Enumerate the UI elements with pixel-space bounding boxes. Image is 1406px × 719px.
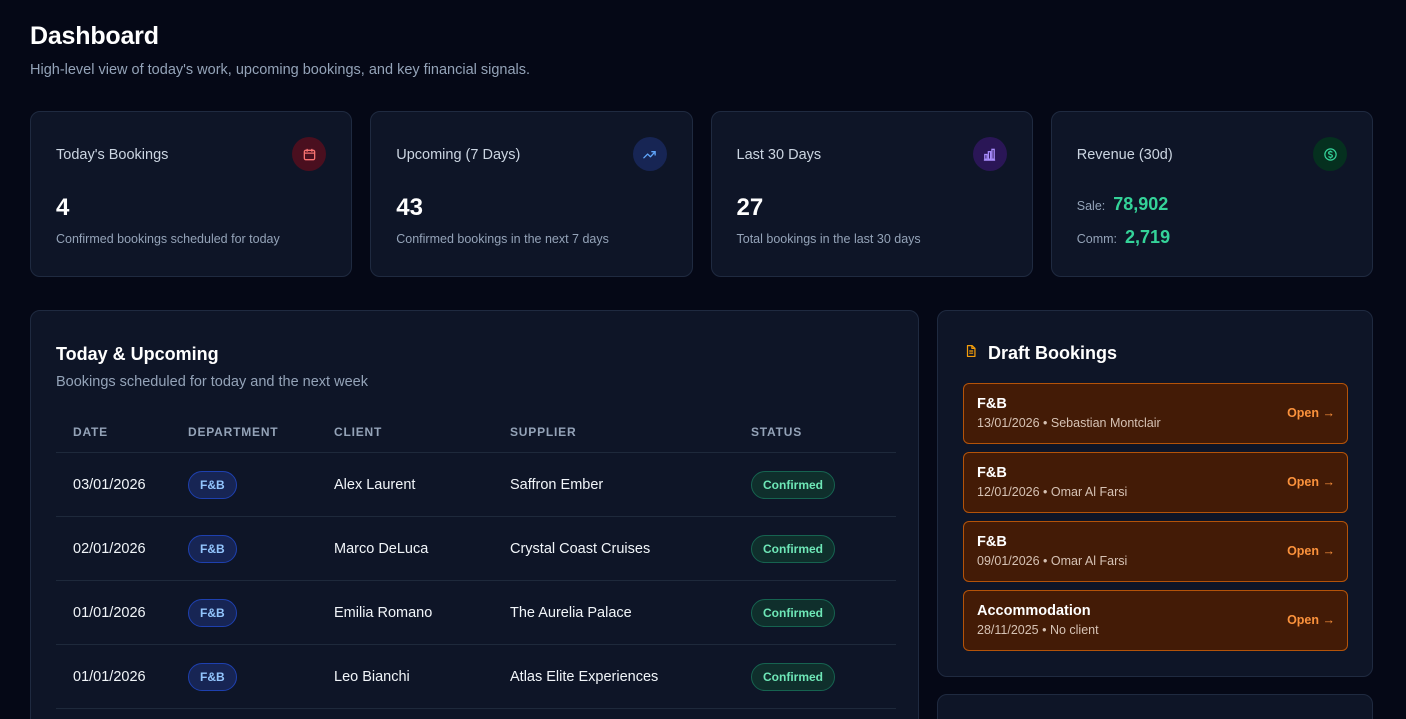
cell-date: 03/01/2026 [73,476,146,493]
open-draft-link[interactable]: Open → [1287,544,1335,558]
stat-description: Confirmed bookings scheduled for today [56,232,280,246]
stat-title: Today's Bookings [56,147,169,163]
sale-value: 78,902 [1113,194,1169,214]
stat-value: 4 [56,194,70,221]
table-header: DATE DEPARTMENT CLIENT SUPPLIER STATUS [56,411,896,453]
revenue-commission: Comm: 2,719 [1077,227,1170,248]
status-badge: Confirmed [751,470,835,499]
stat-card-upcoming: Upcoming (7 Days) 43 Confirmed bookings … [370,111,693,277]
open-draft-link[interactable]: Open → [1287,613,1335,627]
stat-card-revenue: Revenue (30d) Sale: 78,902 Comm: 2,719 [1050,111,1373,277]
cell-status: Confirmed [751,470,896,499]
stat-title: Revenue (30d) [1076,147,1173,163]
stat-card-last-30-days: Last 30 Days 27 Total bookings in the la… [710,111,1033,277]
draft-meta: 12/01/2026 • Omar Al Farsi [977,485,1128,499]
cell-client: Marco DeLuca [334,540,429,557]
panel-subtitle: Bookings scheduled for today and the nex… [56,374,368,390]
bar-chart-icon [972,137,1007,171]
stat-card-today: Today's Bookings 4 Confirmed bookings sc… [30,111,353,277]
column-header-department[interactable]: DEPARTMENT [188,425,334,439]
cell-client: Leo Bianchi [334,668,410,685]
cell-client: Emilia Romano [334,604,433,621]
cell-department: F&B [188,598,334,627]
cell-department: F&B [188,534,334,563]
stat-description: Total bookings in the last 30 days [736,232,921,246]
draft-meta: 09/01/2026 • Omar Al Farsi [977,554,1128,568]
cell-supplier: Saffron Ember [510,476,604,493]
drafts-header: Draft Bookings [964,343,1117,364]
dollar-icon [1313,137,1347,171]
stat-title: Last 30 Days [736,147,822,163]
stat-value: 27 [736,194,764,221]
column-header-status[interactable]: STATUS [751,425,896,439]
draft-department: F&B [977,396,1007,412]
table-row[interactable]: 03/01/2026 F&B Alex Laurent Saffron Embe… [56,453,896,517]
cell-supplier: Atlas Elite Experiences [510,668,659,685]
table-row[interactable]: 01/01/2026 F&B Leo Bianchi Atlas Elite E… [56,645,896,709]
cell-supplier: The Aurelia Palace [510,604,632,621]
table-row[interactable]: 01/01/2026 F&B Emilia Romano The Aurelia… [56,581,896,645]
cell-supplier: Crystal Coast Cruises [510,540,651,557]
revenue-sale: Sale: 78,902 [1077,194,1169,215]
stats-row: Today's Bookings 4 Confirmed bookings sc… [30,111,1373,277]
draft-item[interactable]: F&B 13/01/2026 • Sebastian Montclair Ope… [963,383,1348,444]
stat-title: Upcoming (7 Days) [396,147,521,163]
trending-up-icon [632,137,667,171]
draft-item[interactable]: Accommodation 28/11/2025 • No client Ope… [963,590,1348,651]
status-badge: Confirmed [751,662,835,691]
cell-status: Confirmed [751,598,896,627]
bookings-table: DATE DEPARTMENT CLIENT SUPPLIER STATUS 0… [56,411,896,709]
department-badge: F&B [188,470,237,499]
calendar-icon [292,137,327,171]
secondary-panel [937,694,1373,719]
draft-bookings-panel: Draft Bookings F&B 13/01/2026 • Sebastia… [937,310,1373,677]
draft-department: F&B [977,465,1007,481]
commission-value: 2,719 [1125,227,1171,247]
draft-department: Accommodation [977,603,1091,619]
table-row[interactable]: 02/01/2026 F&B Marco DeLuca Crystal Coas… [56,517,896,581]
cell-date: 02/01/2026 [73,540,146,557]
draft-meta: 13/01/2026 • Sebastian Montclair [977,416,1161,430]
column-header-supplier[interactable]: SUPPLIER [510,425,751,439]
status-badge: Confirmed [751,534,835,563]
draft-department: F&B [977,534,1007,550]
open-draft-link[interactable]: Open → [1287,475,1335,489]
document-icon [964,344,978,363]
department-badge: F&B [188,598,237,627]
cell-date: 01/01/2026 [73,668,146,685]
sale-label: Sale: [1076,199,1106,213]
draft-meta: 28/11/2025 • No client [977,623,1099,637]
open-draft-link[interactable]: Open → [1287,406,1335,420]
today-upcoming-panel: Today & Upcoming Bookings scheduled for … [30,310,919,719]
department-badge: F&B [188,662,237,691]
cell-date: 01/01/2026 [73,604,146,621]
department-badge: F&B [188,534,237,563]
column-header-date[interactable]: DATE [56,425,188,439]
cell-status: Confirmed [751,534,896,563]
dashboard-page: Dashboard High-level view of today's wor… [0,0,1406,719]
drafts-title: Draft Bookings [988,343,1118,363]
cell-department: F&B [188,470,334,499]
column-header-client[interactable]: CLIENT [334,425,510,439]
draft-list: F&B 13/01/2026 • Sebastian Montclair Ope… [963,383,1348,659]
stat-description: Confirmed bookings in the next 7 days [396,232,609,246]
page-title: Dashboard [30,22,159,50]
cell-status: Confirmed [751,662,896,691]
panel-title: Today & Upcoming [56,344,219,364]
draft-item[interactable]: F&B 12/01/2026 • Omar Al Farsi Open → [963,452,1348,513]
status-badge: Confirmed [751,598,835,627]
cell-client: Alex Laurent [334,476,416,493]
page-subtitle: High-level view of today's work, upcomin… [30,62,531,78]
draft-item[interactable]: F&B 09/01/2026 • Omar Al Farsi Open → [963,521,1348,582]
cell-department: F&B [188,662,334,691]
commission-label: Comm: [1076,232,1118,246]
stat-value: 43 [396,194,423,221]
